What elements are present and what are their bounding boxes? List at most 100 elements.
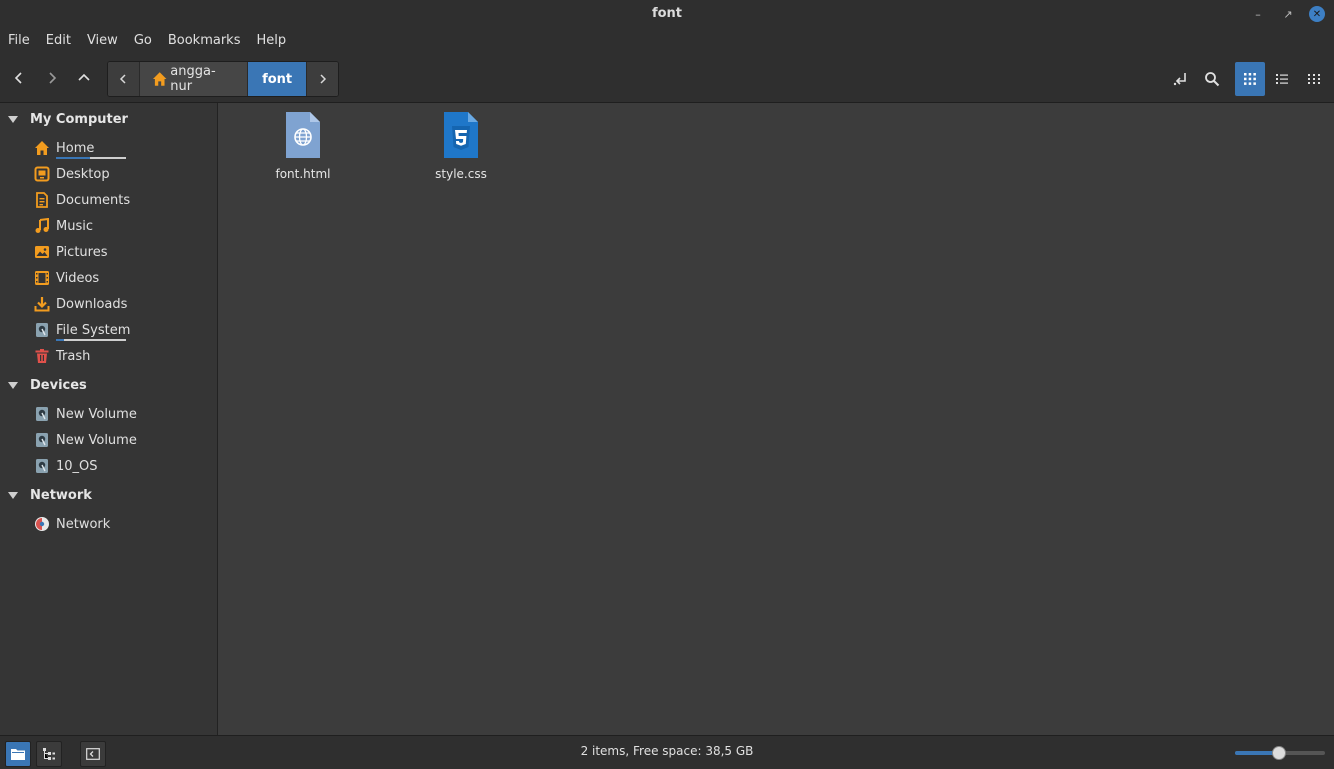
sidebar-item-downloads[interactable]: Downloads [34, 293, 127, 315]
file-name: style.css [435, 167, 487, 181]
sidebar-item-label: New Volume [56, 432, 137, 448]
section-devices[interactable]: Devices [8, 378, 87, 393]
up-button[interactable] [70, 64, 98, 92]
html-file-icon [286, 112, 320, 158]
search-icon [1205, 72, 1220, 87]
breadcrumb-home-label: angga-nur [170, 64, 216, 94]
sidebar-item-label: Documents [56, 192, 131, 208]
drive-icon [34, 406, 50, 422]
maximize-icon[interactable]: ↗ [1280, 6, 1296, 22]
section-label: Devices [30, 378, 87, 393]
drive-icon [34, 458, 50, 474]
sidebar-item-home[interactable]: Home [34, 137, 94, 159]
window-title: font [651, 6, 683, 21]
sidebar-item-trash[interactable]: Trash [34, 345, 90, 367]
sidebar-item-label: Network [56, 516, 111, 532]
sidebar-item-label: New Volume [56, 406, 137, 422]
back-button[interactable] [5, 64, 33, 92]
trash-icon [34, 348, 50, 364]
sidebar-item-network[interactable]: Network [34, 513, 110, 535]
chevron-up-icon [78, 73, 90, 81]
picture-icon [34, 244, 50, 260]
network-icon [34, 516, 50, 532]
toolbar: angga-nur font [0, 54, 1334, 103]
music-icon [34, 218, 50, 234]
breadcrumb: angga-nur font [107, 61, 339, 97]
sidebar-item-desktop[interactable]: Desktop [34, 163, 110, 185]
sidebar-item-10-os[interactable]: 10_OS [34, 455, 98, 477]
section-label: Network [30, 488, 92, 503]
file-item[interactable]: font.html [248, 111, 358, 181]
document-icon [34, 192, 50, 208]
compact-view-button[interactable] [1299, 62, 1329, 96]
forward-button[interactable] [38, 64, 66, 92]
breadcrumb-home[interactable]: angga-nur [138, 62, 247, 96]
breadcrumb-left-button[interactable] [108, 62, 139, 96]
drive-icon [34, 322, 50, 338]
breadcrumb-right-button[interactable] [306, 62, 338, 96]
zoom-slider[interactable] [1235, 746, 1325, 760]
location-entry-icon [1173, 73, 1186, 86]
sidebar-item-music[interactable]: Music [34, 215, 93, 237]
expander-icon [8, 382, 18, 389]
disk-usage-bar [56, 157, 126, 159]
menu-bar: File Edit View Go Bookmarks Help [0, 28, 1334, 54]
title-bar: font – ↗ ✕ [0, 0, 1334, 28]
expander-icon [8, 116, 18, 123]
file-item[interactable]: style.css [406, 111, 516, 181]
sidebar-item-videos[interactable]: Videos [34, 267, 99, 289]
sidebar-item-new-volume-1[interactable]: New Volume [34, 403, 137, 425]
menu-bookmarks[interactable]: Bookmarks [160, 28, 249, 54]
download-icon [34, 296, 50, 312]
list-view-button[interactable] [1267, 62, 1297, 96]
file-manager-window: font – ↗ ✕ File Edit View Go Bookmarks H… [0, 0, 1334, 769]
menu-go[interactable]: Go [126, 28, 160, 54]
sidebar-item-label: Pictures [56, 244, 108, 260]
home-icon [34, 140, 50, 156]
close-icon[interactable]: ✕ [1309, 6, 1325, 22]
grid-icon [1244, 73, 1256, 85]
list-icon [1276, 74, 1288, 84]
desktop-icon [34, 166, 50, 182]
chevron-right-icon [49, 72, 57, 84]
chevron-left-icon [14, 72, 22, 84]
sidebar-item-documents[interactable]: Documents [34, 189, 130, 211]
sidebar-item-new-volume-2[interactable]: New Volume [34, 429, 137, 451]
sidebar-item-label: Downloads [56, 296, 128, 312]
sidebar-item-pictures[interactable]: Pictures [34, 241, 107, 263]
section-my-computer[interactable]: My Computer [8, 112, 128, 127]
menu-help[interactable]: Help [248, 28, 294, 54]
toggle-location-button[interactable] [1166, 62, 1196, 96]
menu-file[interactable]: File [0, 28, 38, 54]
css-file-icon [444, 112, 478, 158]
expander-icon [8, 492, 18, 499]
compact-grid-icon [1308, 74, 1320, 84]
search-button[interactable] [1197, 62, 1227, 96]
film-icon [34, 270, 50, 286]
menu-edit[interactable]: Edit [38, 28, 79, 54]
sidebar-item-label: 10_OS [56, 458, 98, 474]
sidebar-item-label: Home [56, 140, 95, 156]
sidebar-item-label: File System [56, 322, 131, 338]
disk-usage-bar [56, 339, 126, 341]
minimize-icon[interactable]: – [1250, 6, 1266, 22]
home-icon [152, 72, 167, 86]
sidebar-item-label: Music [56, 218, 93, 234]
menu-view[interactable]: View [79, 28, 126, 54]
sidebar-item-label: Desktop [56, 166, 110, 182]
icon-view-button[interactable] [1235, 62, 1265, 96]
chevron-left-icon [120, 74, 126, 84]
chevron-right-icon [320, 74, 326, 84]
sidebar-item-file-system[interactable]: File System [34, 319, 130, 341]
sidebar: My Computer Home Desktop Documents Music… [0, 103, 218, 735]
sidebar-item-label: Videos [56, 270, 100, 286]
file-view[interactable]: font.html style.css [218, 103, 1334, 735]
drive-icon [34, 432, 50, 448]
status-bar: 2 items, Free space: 38,5 GB [0, 735, 1334, 769]
section-label: My Computer [30, 112, 128, 127]
section-network[interactable]: Network [8, 488, 92, 503]
status-text: 2 items, Free space: 38,5 GB [580, 744, 754, 758]
file-name: font.html [275, 167, 331, 181]
sidebar-item-label: Trash [56, 348, 91, 364]
breadcrumb-current[interactable]: font [247, 62, 307, 96]
